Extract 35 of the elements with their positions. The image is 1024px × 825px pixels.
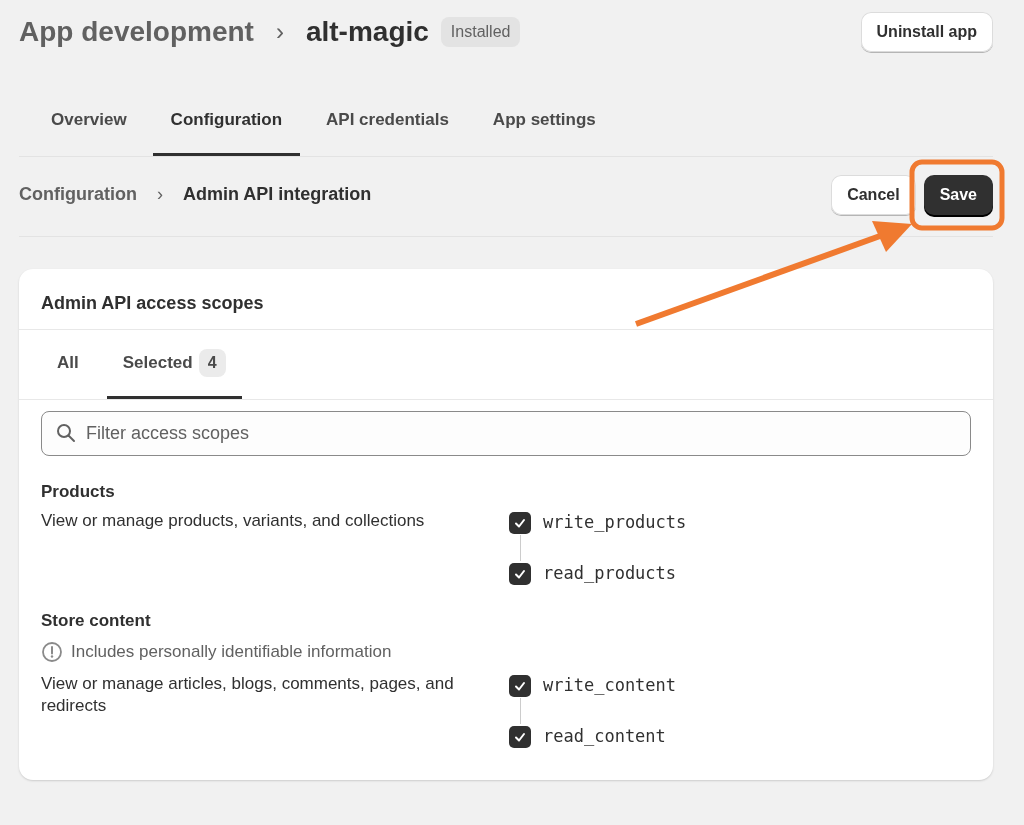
- scope-name: read_content: [543, 725, 666, 749]
- info-icon: [41, 641, 63, 664]
- section-title: Products: [41, 481, 116, 502]
- section-description: View or manage articles, blogs, comments, pages, and redirects: [41, 672, 455, 717]
- breadcrumb-separator: ›: [157, 183, 163, 206]
- tab[interactable]: API credentials: [308, 86, 467, 156]
- breadcrumb-link[interactable]: App development: [19, 11, 254, 53]
- breadcrumb-link[interactable]: Configuration: [19, 181, 137, 208]
- status-badge: Installed: [440, 17, 521, 47]
- tab[interactable]: App settings: [474, 86, 614, 156]
- checkbox[interactable]: [509, 511, 531, 534]
- search-icon: [56, 423, 76, 444]
- uninstall-app-button[interactable]: Uninstall app: [860, 12, 993, 52]
- scope-name: write_products: [543, 511, 687, 534]
- scope-name: read_products: [543, 562, 677, 586]
- checkbox[interactable]: [509, 563, 531, 586]
- breadcrumb-separator: ›: [275, 17, 284, 47]
- cancel-button[interactable]: Cancel: [831, 174, 916, 215]
- section-title: Store content: [41, 611, 152, 632]
- tab[interactable]: Selected 4: [106, 329, 242, 399]
- page-title: Admin API integration: [183, 183, 372, 206]
- count-badge: 4: [198, 348, 226, 377]
- scope-name: write_content: [543, 673, 677, 697]
- section-description: View or manage products, variants, and collections: [41, 510, 426, 532]
- checkbox[interactable]: [509, 674, 531, 697]
- checkbox[interactable]: [509, 726, 531, 749]
- tab[interactable]: All: [41, 329, 95, 399]
- tab[interactable]: Overview: [33, 86, 145, 156]
- tab[interactable]: Configuration: [152, 86, 301, 156]
- card-title: Admin API access scopes: [19, 269, 993, 330]
- search-field[interactable]: Filter access scopes: [41, 410, 971, 456]
- save-button[interactable]: Save: [923, 174, 993, 215]
- app-name: alt-magic: [305, 15, 429, 49]
- search-input[interactable]: Filter access scopes: [84, 418, 956, 448]
- warning-text: Includes personally identifiable information: [71, 641, 392, 664]
